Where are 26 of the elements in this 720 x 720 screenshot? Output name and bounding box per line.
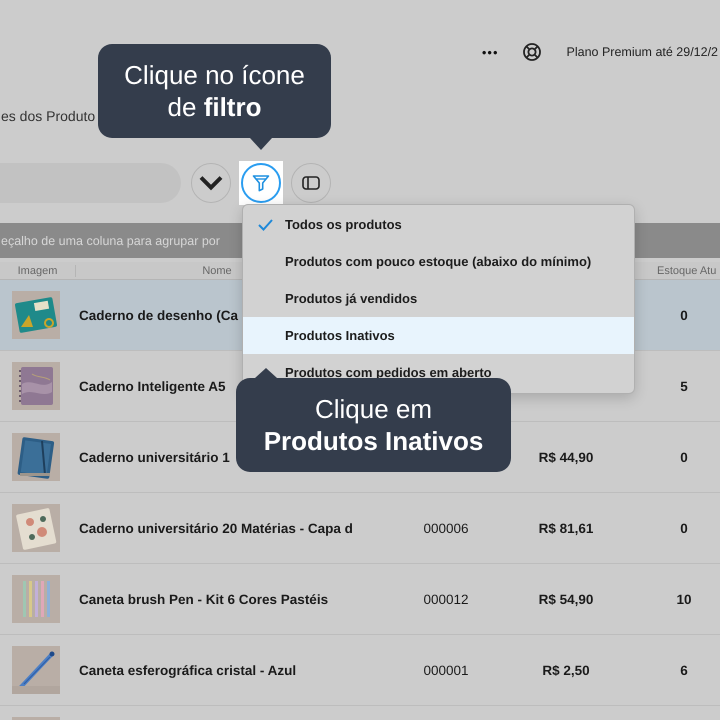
stock-quantity: 6: [680, 662, 688, 678]
product-price: R$ 81,61: [538, 520, 594, 536]
product-name: Caderno Inteligente A5: [79, 378, 226, 394]
product-code: 000006: [423, 520, 469, 536]
product-price: R$ 44,90: [538, 450, 594, 464]
product-name: Caderno de desenho (Ca: [79, 308, 238, 322]
product-name: Caneta brush Pen - Kit 6 Cores Pastéis: [79, 592, 328, 606]
stock-quantity: 10: [676, 592, 692, 606]
stock-quantity: 0: [680, 308, 688, 322]
product-name: Caneta esferográfica cristal - Azul: [79, 662, 296, 678]
product-price: R$ 2,50: [542, 662, 590, 678]
tooltip-text: Produtos Inativos: [264, 425, 484, 457]
product-price: R$ 54,90: [538, 592, 594, 606]
group-hint-text: eçalho de uma coluna para agrupar por: [1, 234, 220, 248]
stock-quantity: 0: [680, 450, 688, 464]
product-name: Caderno universitário 1: [79, 450, 230, 464]
plan-label: Plano Premium até 29/12/2: [566, 45, 718, 59]
tooltip-text: Clique no ícone: [124, 59, 305, 91]
stock-quantity: 5: [680, 378, 688, 394]
product-code: 000012: [423, 592, 469, 606]
product-code: 000001: [423, 662, 469, 678]
stock-quantity: 0: [680, 520, 688, 536]
tooltip-text: de filtro: [168, 91, 262, 123]
tooltip-text: Clique em: [314, 393, 432, 425]
product-name: Caderno universitário 20 Matérias - Capa d: [79, 520, 353, 536]
page-title: es dos Produto: [1, 107, 96, 126]
